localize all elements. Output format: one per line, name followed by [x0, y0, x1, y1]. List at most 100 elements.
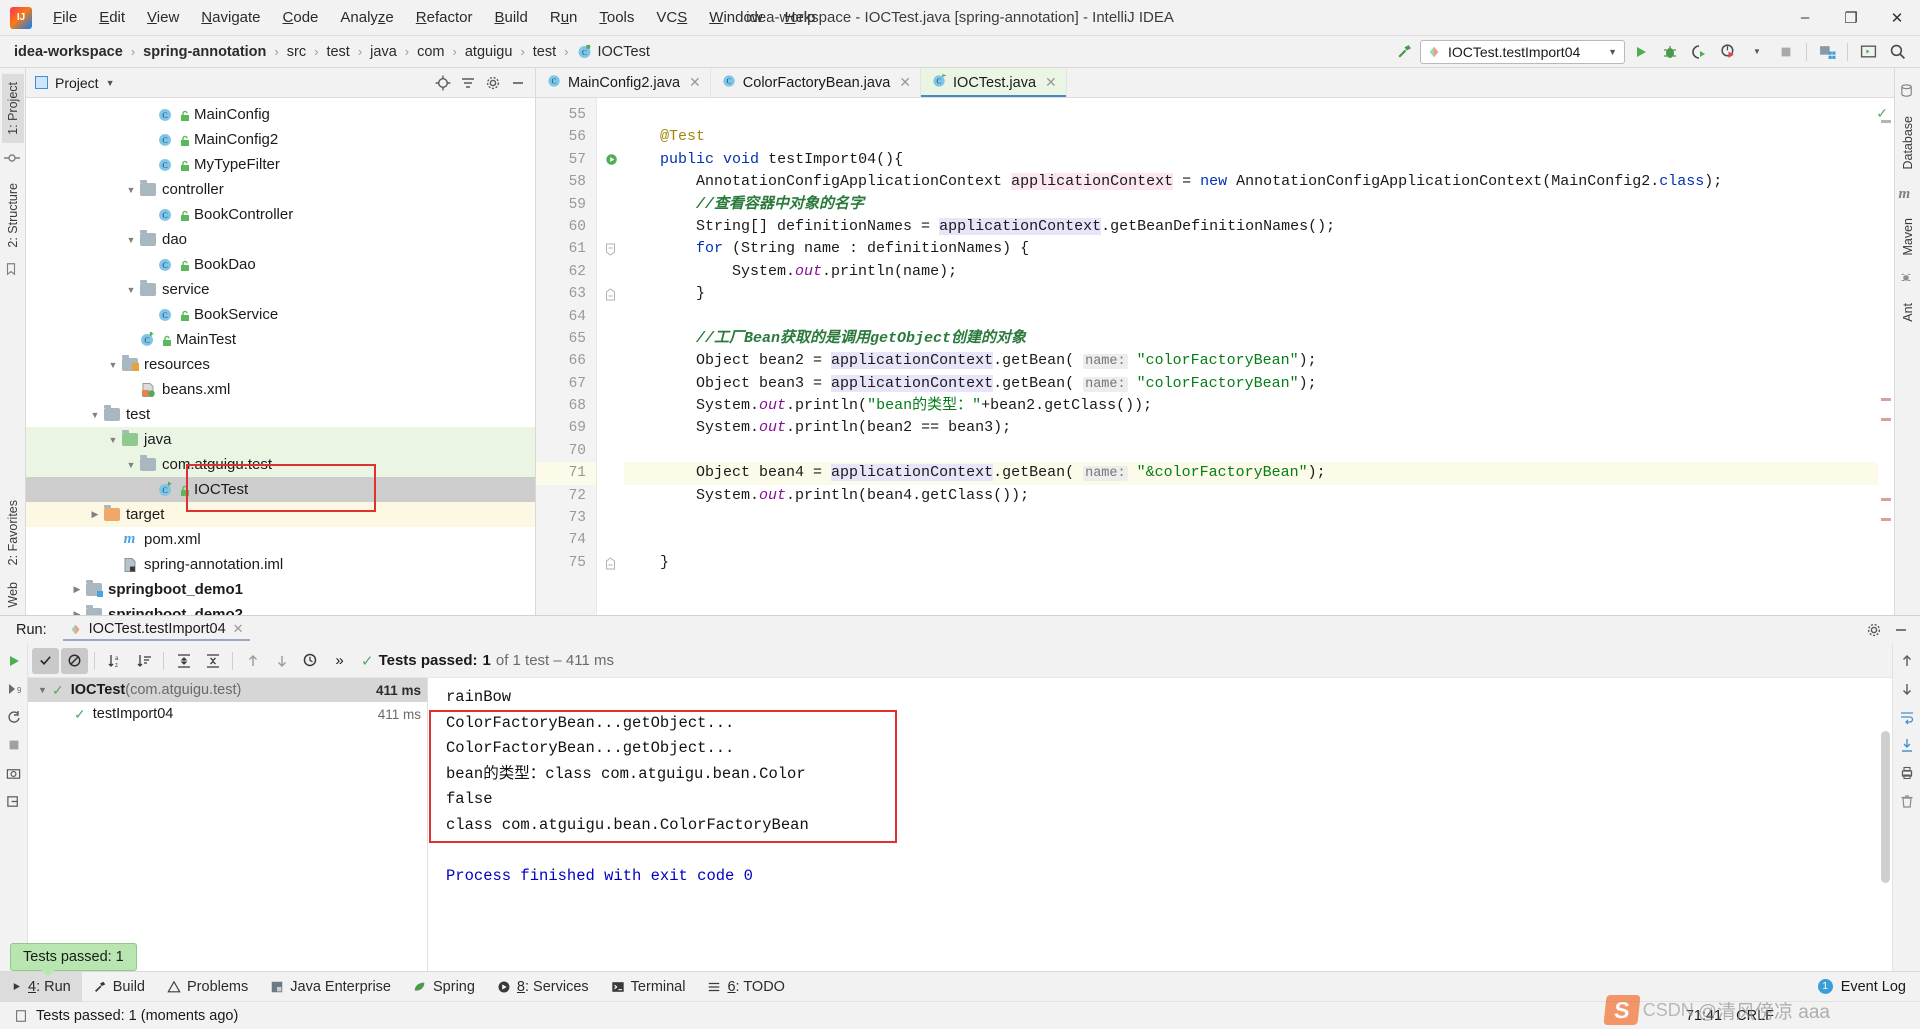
editor-marker-column[interactable]: ✓: [1876, 98, 1894, 615]
bottom-tab-java-enterprise[interactable]: Java Enterprise: [259, 972, 402, 1002]
line-number-65[interactable]: 65: [536, 328, 596, 350]
breadcrumb-test[interactable]: test: [324, 42, 351, 62]
hide-run-panel-icon[interactable]: [1889, 619, 1912, 642]
editor-gutter[interactable]: 55 56 57 58 59 60 61 62 63 64 65 66 67 68 69 70 71 72 73 74…: [536, 98, 617, 615]
code-line-67[interactable]: Object bean3 = applicationContext.getBea…: [624, 373, 1878, 395]
rerun-failed-tests-button[interactable]: 9: [2, 677, 26, 701]
code-line-61[interactable]: for (String name : definitionNames) {: [624, 238, 1878, 260]
export-screenshot-icon[interactable]: [2, 761, 26, 785]
line-number-73[interactable]: 73: [536, 507, 596, 529]
debug-button[interactable]: [1657, 40, 1683, 64]
test-history-icon[interactable]: [297, 648, 324, 674]
commit-icon[interactable]: [3, 150, 22, 168]
code-line-55[interactable]: [624, 104, 1878, 126]
line-number-70[interactable]: 70: [536, 440, 596, 462]
menu-file[interactable]: File: [42, 5, 88, 30]
tree-node-ioctest[interactable]: C IOCTest: [26, 477, 535, 502]
tree-node-bookcontroller[interactable]: C BookController: [26, 202, 535, 227]
code-line-63[interactable]: }: [624, 283, 1878, 305]
test-row-ioctest[interactable]: ▼ ✓ IOCTest (com.atguigu.test) 411 ms: [28, 678, 427, 702]
stop-button[interactable]: [1773, 40, 1799, 64]
code-line-64[interactable]: [624, 306, 1878, 328]
code-line-73[interactable]: [624, 507, 1878, 529]
menu-navigate[interactable]: Navigate: [190, 5, 271, 30]
line-number-69[interactable]: 69: [536, 417, 596, 439]
code-line-75[interactable]: }: [624, 552, 1878, 574]
line-number-66[interactable]: 66: [536, 350, 596, 372]
expand-arrow-right-icon[interactable]: ▶: [70, 609, 84, 615]
test-row-testimport04[interactable]: ✓ testImport04 411 ms: [28, 702, 427, 726]
breadcrumb-ioctest[interactable]: C IOCTest: [575, 42, 652, 62]
run-with-coverage-button[interactable]: [1686, 40, 1712, 64]
tool-tab-maven[interactable]: Maven: [1897, 210, 1919, 264]
scroll-up-icon[interactable]: [1895, 649, 1919, 673]
line-number-67[interactable]: 67: [536, 373, 596, 395]
editor-tab-mainconfig2-java[interactable]: C MainConfig2.java ✕: [536, 68, 711, 97]
line-number-55[interactable]: 55: [536, 104, 596, 126]
tool-tab-favorites[interactable]: 2: Favorites: [2, 492, 24, 573]
show-ignored-toggle[interactable]: [61, 647, 88, 674]
menu-edit[interactable]: Edit: [88, 5, 136, 30]
breadcrumb-java[interactable]: java: [368, 42, 399, 62]
run-test-gutter-icon[interactable]: [605, 152, 620, 175]
menu-window[interactable]: Window: [698, 5, 773, 30]
expand-arrow-down-icon[interactable]: ▼: [124, 460, 138, 470]
expand-arrow-down-icon[interactable]: ▼: [106, 435, 120, 445]
code-fold-toggle[interactable]: [597, 552, 624, 574]
breadcrumb-test-pkg[interactable]: test: [531, 42, 558, 62]
project-tree[interactable]: C MainConfig C MainConfig2 C MyTypeFilter ▼ con…: [26, 98, 535, 615]
code-line-62[interactable]: System.out.println(name);: [624, 261, 1878, 283]
menu-tools[interactable]: Tools: [588, 5, 645, 30]
tree-node-dao[interactable]: ▼ dao: [26, 227, 535, 252]
code-line-72[interactable]: System.out.println(bean4.getClass());: [624, 485, 1878, 507]
project-view-chevron-down-icon[interactable]: ▼: [106, 78, 115, 88]
expand-all-button[interactable]: [170, 648, 197, 674]
breadcrumb-spring-annotation[interactable]: spring-annotation: [141, 42, 268, 62]
profile-dropdown-icon[interactable]: ▼: [1744, 40, 1770, 64]
run-configuration-selector[interactable]: IOCTest.testImport04 ▼: [1420, 39, 1625, 64]
collapse-all-button[interactable]: [199, 648, 226, 674]
bookmarks-icon[interactable]: [4, 262, 22, 280]
line-number-60[interactable]: 60: [536, 216, 596, 238]
tree-node-bookservice[interactable]: C BookService: [26, 302, 535, 327]
profile-button[interactable]: [1715, 40, 1741, 64]
expand-arrow-down-icon[interactable]: ▼: [124, 235, 138, 245]
toolbar-overflow-icon[interactable]: »: [326, 648, 353, 674]
bottom-tab-build[interactable]: Build: [82, 972, 156, 1002]
breadcrumb-src[interactable]: src: [285, 42, 308, 62]
build-hammer-icon[interactable]: [1391, 40, 1417, 64]
tree-node-controller[interactable]: ▼ controller: [26, 177, 535, 202]
line-number-75[interactable]: 75: [536, 552, 596, 574]
tree-node-maintest[interactable]: C MainTest: [26, 327, 535, 352]
next-failed-test-button[interactable]: [268, 648, 295, 674]
expand-arrow-down-icon[interactable]: ▼: [38, 685, 52, 695]
bottom-tab-services[interactable]: 8: Services: [486, 972, 600, 1002]
expand-arrow-down-icon[interactable]: ▼: [124, 185, 138, 195]
tool-tab-ant[interactable]: Ant: [1897, 295, 1919, 330]
project-structure-button[interactable]: [1814, 40, 1840, 64]
clear-all-trash-icon[interactable]: [1895, 789, 1919, 813]
breadcrumb-atguigu[interactable]: atguigu: [463, 42, 515, 62]
code-fold-toggle[interactable]: [597, 283, 624, 305]
line-number-56[interactable]: 56: [536, 126, 596, 148]
tree-node-springboot-demo1[interactable]: ▶ springboot_demo1: [26, 577, 535, 602]
code-line-71[interactable]: Object bean4 = applicationContext.getBea…: [624, 462, 1878, 485]
bottom-tab-spring[interactable]: Spring: [402, 972, 486, 1002]
menu-build[interactable]: Build: [483, 5, 538, 30]
line-number-62[interactable]: 62: [536, 261, 596, 283]
menu-code[interactable]: Code: [272, 5, 330, 30]
line-number-71[interactable]: 71: [536, 462, 596, 485]
tree-node-pom-xml[interactable]: m pom.xml: [26, 527, 535, 552]
tree-node-com-atguigu-test[interactable]: ▼ com.atguigu.test: [26, 452, 535, 477]
maximize-button[interactable]: ❐: [1828, 1, 1874, 35]
tree-node-resources[interactable]: ▼ resources: [26, 352, 535, 377]
minimize-button[interactable]: –: [1782, 1, 1828, 35]
editor-code[interactable]: @Test public void testImport04(){ Annota…: [624, 98, 1878, 615]
sort-alphabetically-button[interactable]: az: [101, 648, 128, 674]
close-tab-icon[interactable]: ✕: [689, 74, 701, 91]
close-tab-icon[interactable]: ✕: [899, 74, 911, 91]
tree-node-test[interactable]: ▼ test: [26, 402, 535, 427]
expand-arrow-down-icon[interactable]: ▼: [124, 285, 138, 295]
soft-wrap-icon[interactable]: [1895, 705, 1919, 729]
code-line-65[interactable]: //工厂Bean获取的是调用getObject创建的对象: [624, 328, 1878, 350]
